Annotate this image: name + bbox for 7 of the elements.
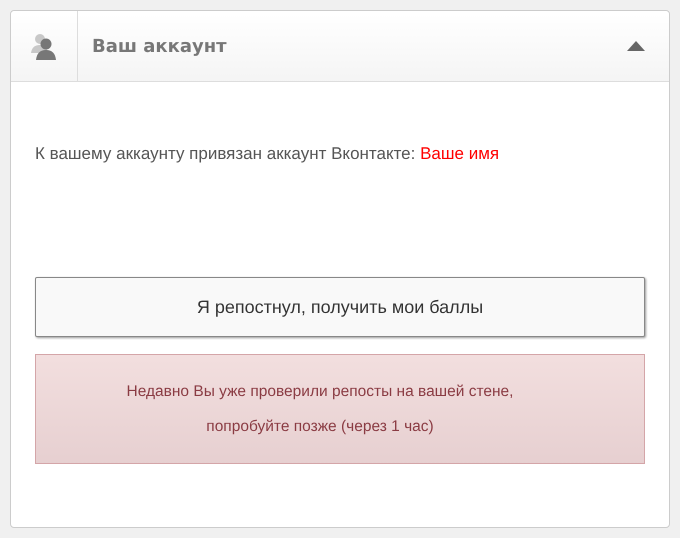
panel-header[interactable]: Ваш аккаунт bbox=[11, 11, 669, 82]
collapse-caret-icon[interactable] bbox=[627, 41, 645, 51]
panel-title: Ваш аккаунт bbox=[92, 36, 227, 56]
linked-account-text: К вашему аккаунту привязан аккаунт Вконтакте: Ваше имя bbox=[35, 144, 500, 164]
error-alert: Недавно Вы уже проверили репосты на вашей стене, попробуйте позже (через 1 час) bbox=[35, 354, 645, 464]
get-points-button[interactable]: Я репостнул, получить мои баллы bbox=[35, 277, 645, 337]
users-icon bbox=[29, 31, 59, 61]
